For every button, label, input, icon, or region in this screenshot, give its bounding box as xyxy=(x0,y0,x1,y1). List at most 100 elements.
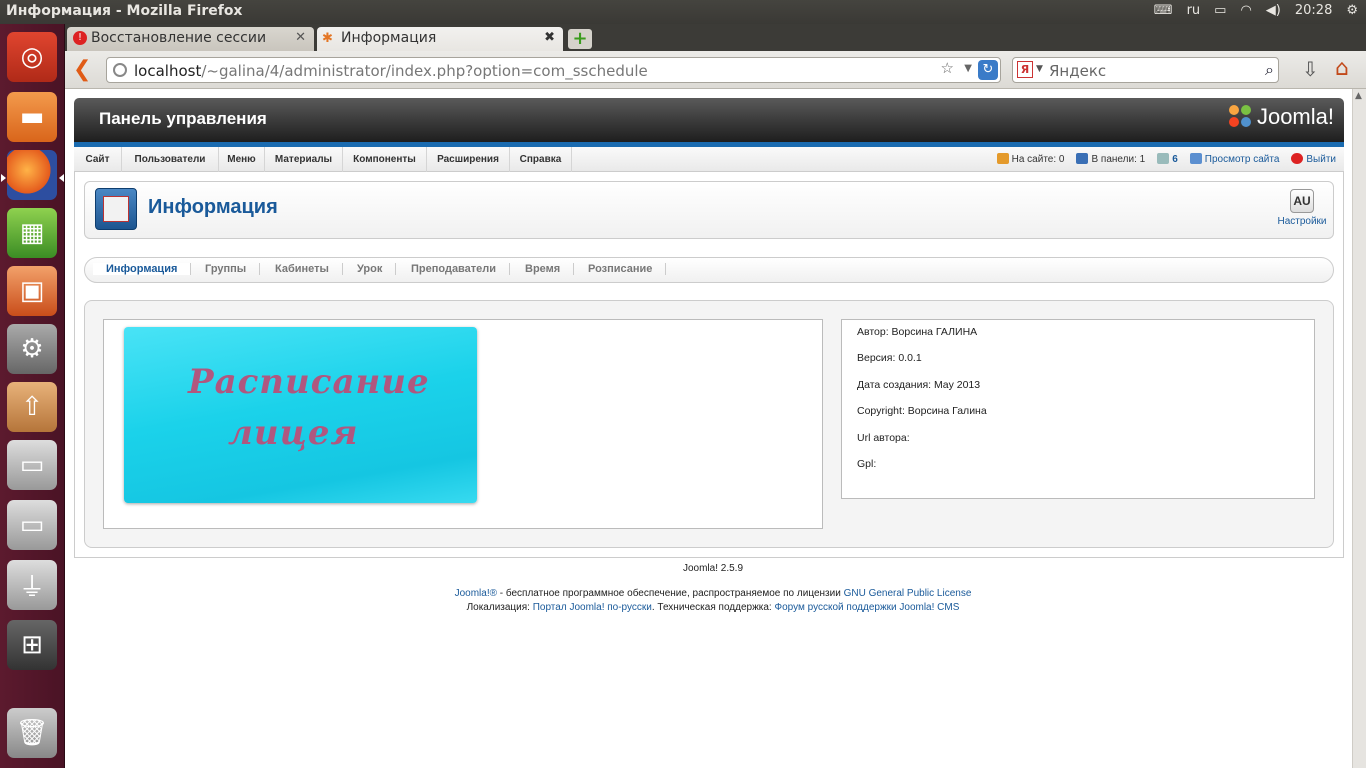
navigation-toolbar: ❮ localhost/~galina/4/administrator/inde… xyxy=(65,51,1366,89)
submenu-lesson[interactable]: Урок xyxy=(344,263,397,275)
software-center-launcher[interactable]: ⇧ xyxy=(7,382,57,432)
submenu-schedule[interactable]: Розписание xyxy=(575,263,667,275)
settings-button[interactable]: AU Настройки xyxy=(1277,189,1327,227)
messages-link[interactable]: 6 xyxy=(1157,153,1178,165)
hard-drive-icon: ▭ xyxy=(19,510,45,540)
drive-launcher-1[interactable]: ▭ xyxy=(7,440,57,490)
close-tab-icon[interactable]: ✕ xyxy=(295,30,306,45)
top-panel: Информация - Mozilla Firefox ⌨ ru ▭ ◠ ◀)… xyxy=(0,0,1366,24)
scroll-up-icon[interactable]: ▲ xyxy=(1355,91,1362,101)
tab-info[interactable]: ✱ Информация ✖ xyxy=(317,27,563,51)
status-bar: На сайте: 0 В панели: 1 6 Просмотр сайта… xyxy=(996,153,1336,165)
tab-session-restore[interactable]: ! Восстановление сессии ✕ xyxy=(67,27,314,51)
admin-users-icon xyxy=(1076,153,1089,164)
menu-extensions[interactable]: Расширения xyxy=(427,147,510,172)
vertical-scrollbar[interactable]: ▲ xyxy=(1352,89,1366,768)
error-icon: ! xyxy=(73,31,87,45)
control-panel-title: Панель управления xyxy=(99,109,267,128)
firefox-icon xyxy=(7,150,57,200)
clock[interactable]: 20:28 xyxy=(1295,3,1332,18)
usb-launcher[interactable]: ⏚ xyxy=(7,560,57,610)
unity-launcher: ◎ ▬ ▦ ▣ ⚙ ⇧ ▭ ▭ ⏚ ⊞ 🗑 xyxy=(0,24,65,768)
presentation-icon: ▣ xyxy=(19,276,45,306)
info-created: Дата создания: May 2013 xyxy=(857,379,981,391)
search-icon[interactable]: ⌕ xyxy=(1265,60,1274,80)
logout-link[interactable]: Выйти xyxy=(1291,153,1336,165)
calendar-icon xyxy=(95,188,137,230)
url-bar[interactable]: localhost/~galina/4/administrator/index.… xyxy=(106,57,1001,83)
info-author: Автор: Ворсина ГАЛИНА xyxy=(857,326,978,338)
info-gpl: Gpl: xyxy=(857,458,877,470)
home-icon[interactable]: ⌂ xyxy=(1335,56,1349,81)
joomla-link[interactable]: Joomla!® xyxy=(455,588,497,599)
ubuntu-dash-button[interactable]: ◎ xyxy=(7,32,57,82)
admin-menu: Сайт Пользователи Меню Материалы Компоне… xyxy=(74,147,1344,172)
menu-help[interactable]: Справка xyxy=(510,147,572,172)
workspace-switcher[interactable]: ⊞ xyxy=(7,620,57,670)
battery-icon[interactable]: ▭ xyxy=(1214,3,1226,18)
new-tab-button[interactable]: + xyxy=(568,29,592,49)
search-bar[interactable]: Я ▼ Яндекс ⌕ xyxy=(1012,57,1279,83)
monitor-icon xyxy=(1189,153,1202,164)
users-online: На сайте: 0 xyxy=(996,153,1064,165)
engine-dropdown-icon[interactable]: ▼ xyxy=(1036,64,1043,74)
joomla-russia-link[interactable]: Портал Joomla! по-русски xyxy=(533,602,652,613)
hard-drive-icon: ▭ xyxy=(19,450,45,480)
submenu-teachers[interactable]: Преподаватели xyxy=(398,263,511,275)
trash-launcher[interactable]: 🗑 xyxy=(7,708,57,758)
menu-components[interactable]: Компоненты xyxy=(343,147,427,172)
trash-icon: 🗑 xyxy=(15,718,49,748)
submenu-groups[interactable]: Группы xyxy=(192,263,261,275)
search-placeholder: Яндекс xyxy=(1049,62,1107,80)
reload-button[interactable]: ↻ xyxy=(978,60,998,80)
menu-site[interactable]: Сайт xyxy=(74,147,122,172)
power-gear-icon[interactable]: ⚙ xyxy=(1346,3,1358,18)
footer-version: Joomla! 2.5.9 xyxy=(682,563,744,574)
history-dropdown-icon[interactable]: ▼ xyxy=(964,63,972,74)
keyboard-icon[interactable]: ⌨ xyxy=(1154,3,1173,18)
admin-header: Панель управления Joomla! xyxy=(74,98,1344,142)
info-author-url: Url автора: xyxy=(857,432,910,444)
downloads-icon[interactable]: ⇩ xyxy=(1302,57,1319,81)
submenu-rooms[interactable]: Кабинеты xyxy=(262,263,343,275)
drive-launcher-2[interactable]: ▭ xyxy=(7,500,57,550)
footer: Joomla! 2.5.9 Joomla!® - бесплатное прог… xyxy=(74,563,1352,613)
tab-strip: ! Восстановление сессии ✕ ✱ Информация ✖… xyxy=(65,24,1366,51)
submenu-time[interactable]: Время xyxy=(512,263,575,275)
back-button[interactable]: ❮ xyxy=(73,57,97,83)
url-host: localhost xyxy=(134,62,202,80)
workspace-icon: ⊞ xyxy=(21,630,43,660)
menu-content[interactable]: Материалы xyxy=(265,147,343,172)
usb-drive-icon: ⏚ xyxy=(18,572,45,603)
users-icon xyxy=(996,153,1009,164)
mail-icon xyxy=(1157,153,1170,164)
site-identity-icon[interactable] xyxy=(113,63,127,77)
yandex-icon[interactable]: Я xyxy=(1017,61,1033,78)
support-forum-link[interactable]: Форум русской поддержки Joomla! CMS xyxy=(775,602,960,613)
volume-icon[interactable]: ◀) xyxy=(1266,3,1281,18)
wifi-icon[interactable]: ◠ xyxy=(1240,3,1251,18)
submenu-info[interactable]: Информация xyxy=(93,263,192,275)
joomla-mark-icon xyxy=(1228,105,1253,129)
menu-users[interactable]: Пользователи xyxy=(122,147,219,172)
view-site-link[interactable]: Просмотр сайта xyxy=(1189,153,1279,165)
files-launcher[interactable]: ▬ xyxy=(7,92,57,142)
close-tab-icon[interactable]: ✖ xyxy=(544,30,555,45)
firefox-launcher[interactable] xyxy=(7,150,57,200)
keyboard-layout[interactable]: ru xyxy=(1187,3,1201,18)
system-tray: ⌨ ru ▭ ◠ ◀) 20:28 ⚙ xyxy=(1154,3,1358,18)
ubuntu-logo-icon: ◎ xyxy=(20,42,44,72)
gpl-link[interactable]: GNU General Public License xyxy=(844,588,972,599)
component-submenu: Информация Группы Кабинеты Урок Преподав… xyxy=(84,257,1334,283)
settings-icon: AU xyxy=(1290,189,1314,213)
settings-launcher[interactable]: ⚙ xyxy=(7,324,57,374)
logout-icon xyxy=(1291,153,1304,164)
calc-launcher[interactable]: ▦ xyxy=(7,208,57,258)
footer-localization-line: Локализация: Портал Joomla! по-русски. Т… xyxy=(466,602,960,613)
info-copyright: Copyright: Ворсина Галина xyxy=(857,405,987,417)
bookmark-star-icon[interactable]: ☆ xyxy=(941,59,954,77)
banner-line-2: лицея xyxy=(228,413,359,453)
schedule-banner: Расписание лицея xyxy=(124,327,477,503)
menu-menus[interactable]: Меню xyxy=(219,147,265,172)
impress-launcher[interactable]: ▣ xyxy=(7,266,57,316)
